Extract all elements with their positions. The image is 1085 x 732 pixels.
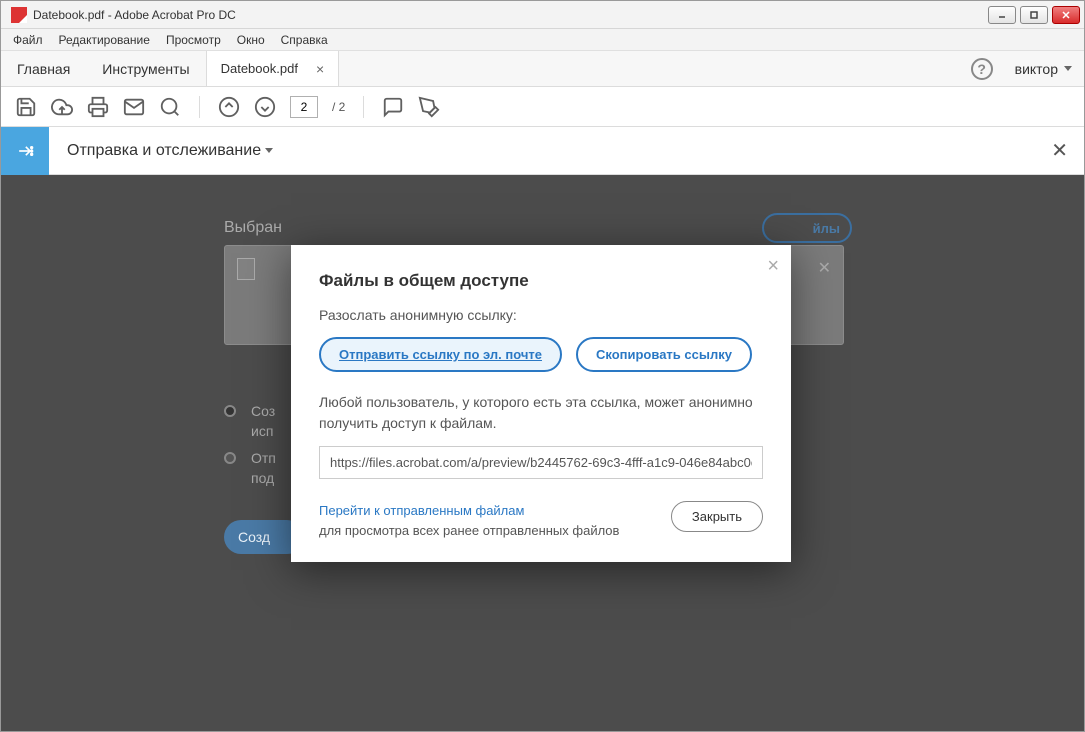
maximize-button[interactable] bbox=[1020, 6, 1048, 24]
window-titlebar: Datebook.pdf - Adobe Acrobat Pro DC bbox=[1, 1, 1084, 29]
send-track-icon[interactable] bbox=[1, 127, 49, 175]
menu-help[interactable]: Справка bbox=[273, 30, 336, 50]
bg-radio-1 bbox=[224, 405, 236, 417]
mail-icon[interactable] bbox=[123, 96, 145, 118]
bg-radio-label-2b: под bbox=[251, 470, 274, 486]
dialog-close-icon[interactable]: × bbox=[767, 255, 779, 278]
share-dialog: × Файлы в общем доступе Разослать аноним… bbox=[291, 245, 791, 562]
save-icon[interactable] bbox=[15, 96, 37, 118]
bg-radio-label-1a: Соз bbox=[251, 403, 275, 419]
sent-files-desc: для просмотра всех ранее отправленных фа… bbox=[319, 523, 619, 538]
close-window-button[interactable] bbox=[1052, 6, 1080, 24]
comment-icon[interactable] bbox=[382, 96, 404, 118]
dialog-title: Файлы в общем доступе bbox=[319, 271, 763, 291]
toolbar: / 2 bbox=[1, 87, 1084, 127]
bg-select-label: Выбран bbox=[224, 219, 282, 237]
send-email-button[interactable]: Отправить ссылку по эл. почте bbox=[319, 337, 562, 372]
caret-down-icon bbox=[1064, 66, 1072, 71]
tab-document-label: Datebook.pdf bbox=[221, 61, 298, 76]
dialog-description: Любой пользователь, у которого есть эта … bbox=[319, 392, 763, 434]
tab-document[interactable]: Datebook.pdf × bbox=[206, 51, 340, 86]
search-icon[interactable] bbox=[159, 96, 181, 118]
page-down-icon[interactable] bbox=[254, 96, 276, 118]
app-icon bbox=[11, 7, 27, 23]
dialog-close-button[interactable]: Закрыть bbox=[671, 501, 763, 532]
send-track-close-icon[interactable]: ✕ bbox=[1035, 138, 1084, 163]
bg-card-close-icon: ✕ bbox=[818, 258, 831, 278]
menu-file[interactable]: Файл bbox=[5, 30, 51, 50]
tab-tools[interactable]: Инструменты bbox=[86, 51, 205, 86]
minimize-button[interactable] bbox=[988, 6, 1016, 24]
user-name: виктор bbox=[1015, 61, 1058, 77]
dialog-footer-text: Перейти к отправленным файлам для просмо… bbox=[319, 501, 619, 540]
window-title: Datebook.pdf - Adobe Acrobat Pro DC bbox=[33, 8, 988, 22]
dialog-subtitle: Разослать анонимную ссылку: bbox=[319, 307, 763, 323]
share-url-field[interactable] bbox=[319, 446, 763, 479]
tab-document-close-icon[interactable]: × bbox=[316, 61, 324, 77]
bg-radio-2 bbox=[224, 452, 236, 464]
page-up-icon[interactable] bbox=[218, 96, 240, 118]
menu-bar: Файл Редактирование Просмотр Окно Справк… bbox=[1, 29, 1084, 51]
window-controls bbox=[988, 6, 1080, 24]
print-icon[interactable] bbox=[87, 96, 109, 118]
user-menu[interactable]: виктор bbox=[1003, 51, 1084, 86]
caret-down-icon bbox=[265, 148, 273, 153]
page-total-label: / 2 bbox=[332, 100, 345, 114]
cloud-upload-icon[interactable] bbox=[51, 96, 73, 118]
sign-icon[interactable] bbox=[418, 96, 440, 118]
menu-window[interactable]: Окно bbox=[229, 30, 273, 50]
sent-files-link[interactable]: Перейти к отправленным файлам bbox=[319, 503, 524, 518]
bg-radio-label-2a: Отп bbox=[251, 450, 276, 466]
tabs-row: Главная Инструменты Datebook.pdf × ? вик… bbox=[1, 51, 1084, 87]
send-track-bar: Отправка и отслеживание ✕ bbox=[1, 127, 1084, 175]
bg-radio-label-1b: исп bbox=[251, 423, 273, 439]
copy-link-button[interactable]: Скопировать ссылку bbox=[576, 337, 752, 372]
send-track-title[interactable]: Отправка и отслеживание bbox=[49, 142, 273, 160]
menu-view[interactable]: Просмотр bbox=[158, 30, 229, 50]
file-icon bbox=[237, 258, 255, 280]
menu-edit[interactable]: Редактирование bbox=[51, 30, 158, 50]
tab-home[interactable]: Главная bbox=[1, 51, 86, 86]
help-icon[interactable]: ? bbox=[971, 58, 993, 80]
page-number-input[interactable] bbox=[290, 96, 318, 118]
bg-add-files-button: йлы bbox=[762, 213, 852, 243]
